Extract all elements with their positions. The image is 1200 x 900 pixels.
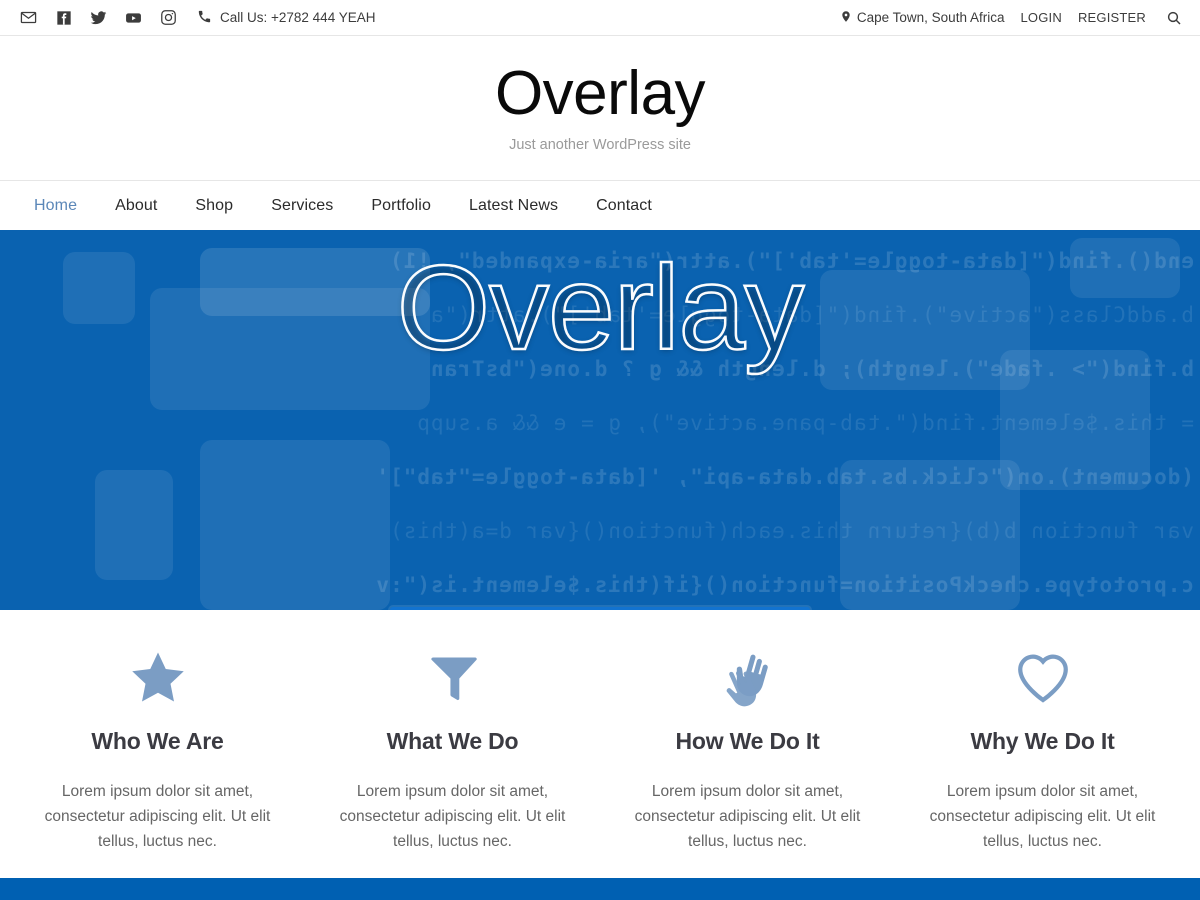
mockup-toolbar xyxy=(390,607,810,610)
star-icon xyxy=(36,642,279,714)
login-link[interactable]: LOGIN xyxy=(1020,10,1061,25)
helping-hands-icon xyxy=(626,642,869,714)
feature-title: How We Do It xyxy=(675,728,820,754)
email-icon[interactable] xyxy=(20,9,37,26)
decor-blob xyxy=(840,460,1020,610)
location-label: Cape Town, South Africa xyxy=(856,10,1005,25)
search-icon[interactable] xyxy=(1166,10,1182,26)
site-title[interactable]: Overlay xyxy=(495,63,706,125)
filter-icon xyxy=(331,642,574,714)
nav-item-portfolio[interactable]: Portfolio xyxy=(371,197,431,215)
feature-text: Lorem ipsum dolor sit amet, consectetur … xyxy=(44,783,271,850)
feature-text: Lorem ipsum dolor sit amet, consectetur … xyxy=(339,783,566,850)
map-pin-icon xyxy=(840,9,852,27)
nav-item-shop[interactable]: Shop xyxy=(195,197,233,215)
feature-text: Lorem ipsum dolor sit amet, consectetur … xyxy=(634,783,861,850)
feature-how-we-do-it: How We Do It Lorem ipsum dolor sit amet,… xyxy=(600,642,895,854)
feature-title: Who We Are xyxy=(91,728,224,754)
feature-what-we-do: What We Do Lorem ipsum dolor sit amet, c… xyxy=(305,642,600,854)
twitter-icon[interactable] xyxy=(90,9,107,26)
decor-blob xyxy=(95,470,173,580)
youtube-icon[interactable] xyxy=(125,9,142,26)
hero-title-text: Overlay xyxy=(396,241,806,375)
hero-title: Overlay xyxy=(0,247,1200,370)
nav-item-services[interactable]: Services xyxy=(271,197,333,215)
decor-blob xyxy=(1000,350,1150,490)
top-bar-left: Call Us: +2782 444 YEAH xyxy=(20,9,375,27)
site-tagline: Just another WordPress site xyxy=(509,137,691,153)
nav-item-home[interactable]: Home xyxy=(34,197,77,215)
hero-banner: end().find("[data-toggle='tab']").attr("… xyxy=(0,230,1200,610)
feature-who-we-are: Who We Are Lorem ipsum dolor sit amet, c… xyxy=(10,642,305,854)
main-navigation: Home About Shop Services Portfolio Lates… xyxy=(0,180,1200,230)
register-link[interactable]: REGISTER xyxy=(1078,10,1146,25)
site-header: Overlay Just another WordPress site xyxy=(0,36,1200,180)
phone-label: Call Us: +2782 444 YEAH xyxy=(220,10,376,25)
feature-title: What We Do xyxy=(386,728,519,754)
feature-why-we-do-it: Why We Do It Lorem ipsum dolor sit amet,… xyxy=(895,642,1190,854)
code-line: var function b(b){return this.each(funct… xyxy=(389,519,1194,543)
browser-mockup xyxy=(390,607,810,610)
top-bar-right: Cape Town, South Africa LOGIN REGISTER xyxy=(840,9,1182,27)
feature-text: Lorem ipsum dolor sit amet, consectetur … xyxy=(929,783,1156,850)
nav-item-about[interactable]: About xyxy=(115,197,157,215)
instagram-icon[interactable] xyxy=(160,9,177,26)
code-line: c.prototype.checkPosition=function(){if(… xyxy=(375,573,1194,597)
nav-item-latest-news[interactable]: Latest News xyxy=(469,197,558,215)
feature-title: Why We Do It xyxy=(970,728,1115,754)
heart-icon xyxy=(921,642,1164,714)
facebook-icon[interactable] xyxy=(55,9,72,26)
phone-number[interactable]: Call Us: +2782 444 YEAH xyxy=(197,9,375,27)
location: Cape Town, South Africa xyxy=(840,9,1005,27)
features-section: Who We Are Lorem ipsum dolor sit amet, c… xyxy=(0,610,1200,854)
decor-blob xyxy=(200,440,390,610)
phone-icon xyxy=(197,9,212,27)
nav-item-contact[interactable]: Contact xyxy=(596,197,652,215)
footer-accent-strip xyxy=(0,878,1200,900)
top-bar: Call Us: +2782 444 YEAH Cape Town, South… xyxy=(0,0,1200,36)
